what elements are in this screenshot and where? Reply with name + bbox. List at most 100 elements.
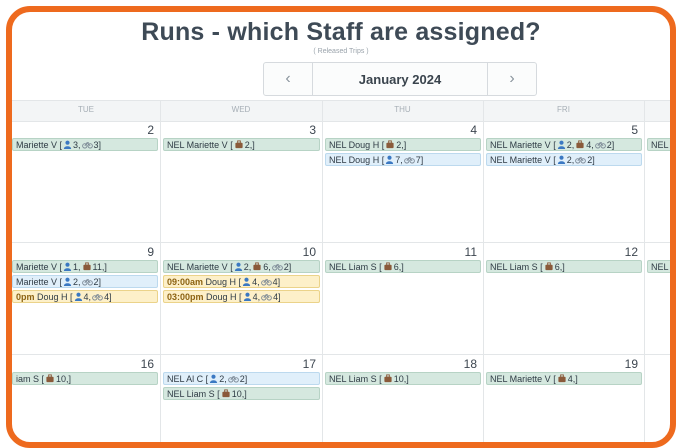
run-event[interactable]: NEL Mariette V [ 2,] — [163, 138, 320, 151]
event-text: NEL Doug H [ — [329, 140, 385, 150]
run-event[interactable]: NEL Liam S [6,] — [325, 260, 481, 273]
run-event[interactable]: iam S [10,] — [12, 372, 158, 385]
weekday-label: WED — [231, 105, 251, 114]
luggage-icon — [382, 374, 394, 384]
run-event[interactable]: NEL Doug H [7, 7] — [325, 153, 481, 166]
event-text: Doug H [ — [34, 292, 73, 302]
event-text: NEL Mariette V [ — [167, 140, 233, 150]
run-event[interactable]: Mariette V [1, 11,] — [12, 260, 158, 273]
event-count: 2,] — [244, 140, 255, 150]
event-count: 6, — [263, 262, 271, 272]
day-number: 5 — [631, 123, 638, 137]
person-icon — [242, 292, 253, 302]
prev-month-button[interactable]: ‹ — [264, 63, 313, 95]
bike-icon — [271, 262, 284, 272]
event-text: NEL Liam S [ — [167, 389, 220, 399]
run-event[interactable]: 0pm Doug H [ 4, 4] — [12, 290, 158, 303]
event-text: NEL Mariette V [ — [167, 262, 233, 272]
person-icon — [556, 155, 567, 165]
event-count: 6,] — [393, 262, 404, 272]
run-event[interactable]: 09:00am Doug H [4, 4] — [163, 275, 320, 288]
weekday-label: THU — [394, 105, 411, 114]
event-count: 4] — [272, 277, 281, 287]
bike-icon — [260, 277, 273, 287]
run-event[interactable]: NEL Mariette V [ 4,] — [486, 372, 642, 385]
run-event[interactable]: NEL Mariette V [2, 2] — [486, 153, 642, 166]
run-event[interactable]: NEL A — [647, 260, 670, 273]
person-icon — [73, 292, 84, 302]
day-number: 16 — [140, 357, 154, 371]
event-count: 2] — [283, 262, 292, 272]
event-count: 4, — [83, 292, 92, 302]
chevron-right-icon: › — [509, 70, 515, 87]
day-number: 18 — [463, 357, 477, 371]
event-count: 10,] — [56, 374, 72, 384]
run-event[interactable]: Mariette V [2, 2] — [12, 275, 158, 288]
next-month-button[interactable]: › — [487, 63, 536, 95]
event-text: Doug H [ — [203, 292, 242, 302]
event-count: 4, — [252, 292, 261, 302]
event-time: 0pm — [16, 292, 35, 302]
event-count: 4] — [104, 292, 112, 302]
run-event[interactable]: 03:00pm Doug H [4, 4] — [163, 290, 320, 303]
weekday-header: TUE WED THU FRI — [12, 100, 670, 122]
luggage-icon — [574, 140, 586, 150]
luggage-icon — [44, 374, 56, 384]
event-text: NEL Mariette V [ — [490, 140, 556, 150]
event-count: 3] — [93, 140, 102, 150]
day-number: 12 — [624, 245, 638, 259]
run-event[interactable]: NEL Al C [2, 2] — [163, 372, 320, 385]
current-month: January 2024 — [358, 71, 442, 87]
event-text: Mariette V [ — [16, 262, 63, 272]
grid-column-divider — [483, 100, 484, 442]
day-number: 19 — [624, 357, 638, 371]
grid-column-divider — [644, 100, 645, 442]
page-title: Runs - which Staff are assigned? — [141, 18, 541, 46]
event-count: 10,] — [393, 374, 409, 384]
event-count: 4,] — [567, 374, 578, 384]
event-count: 10,] — [231, 389, 247, 399]
bike-icon — [91, 292, 104, 302]
event-count: 2] — [239, 374, 248, 384]
person-icon — [62, 262, 73, 272]
luggage-icon — [251, 262, 263, 272]
month-navigator: ‹ January 2024 › — [263, 62, 537, 96]
person-icon — [62, 140, 73, 150]
bike-icon — [594, 140, 607, 150]
day-number: 17 — [302, 357, 316, 371]
event-text: NEL Doug H [ — [329, 155, 385, 165]
run-event[interactable]: NEL Liam S [6,] — [486, 260, 642, 273]
event-text: NEL Liam S [ — [490, 262, 543, 272]
event-text: Mariette V [ — [16, 277, 63, 287]
chevron-left-icon: ‹ — [285, 70, 291, 87]
bike-icon — [260, 292, 273, 302]
grid-row-divider — [12, 354, 670, 355]
run-event[interactable]: NEL Liam S [ 10,] — [325, 372, 481, 385]
event-count: 2, — [73, 277, 81, 287]
bike-icon — [403, 155, 416, 165]
run-event[interactable]: NEL Liam S [ 10,] — [163, 387, 320, 400]
run-event[interactable]: Mariette V [3, 3] — [12, 138, 158, 151]
event-text: NEL Mariette V [ — [490, 374, 556, 384]
event-text: NEL Liam S [ — [329, 374, 382, 384]
day-number: 11 — [464, 245, 477, 259]
person-icon — [62, 277, 73, 287]
run-event[interactable]: NEL Doug H [2,] — [325, 138, 481, 151]
calendar-frame: Runs - which Staff are assigned? ( Relea… — [6, 6, 676, 448]
bike-icon — [81, 277, 94, 287]
event-count: 4] — [273, 292, 281, 302]
bike-icon — [81, 140, 94, 150]
weekday-label: FRI — [557, 105, 570, 114]
run-event[interactable]: NEL Mariette V [2, 4, 2] — [486, 138, 642, 151]
day-number: 2 — [147, 123, 154, 137]
event-count: 1, — [73, 262, 81, 272]
event-count: 4, — [586, 140, 594, 150]
event-text: NEL A — [651, 140, 676, 150]
run-event[interactable]: NEL A — [647, 138, 676, 151]
luggage-icon — [81, 262, 93, 272]
event-text: Doug H [ — [203, 277, 242, 287]
event-text: Mariette V [ — [16, 140, 63, 150]
event-count: 2] — [606, 140, 615, 150]
run-event[interactable]: NEL Mariette V [2, 6, 2] — [163, 260, 320, 273]
day-number: 9 — [147, 245, 154, 259]
